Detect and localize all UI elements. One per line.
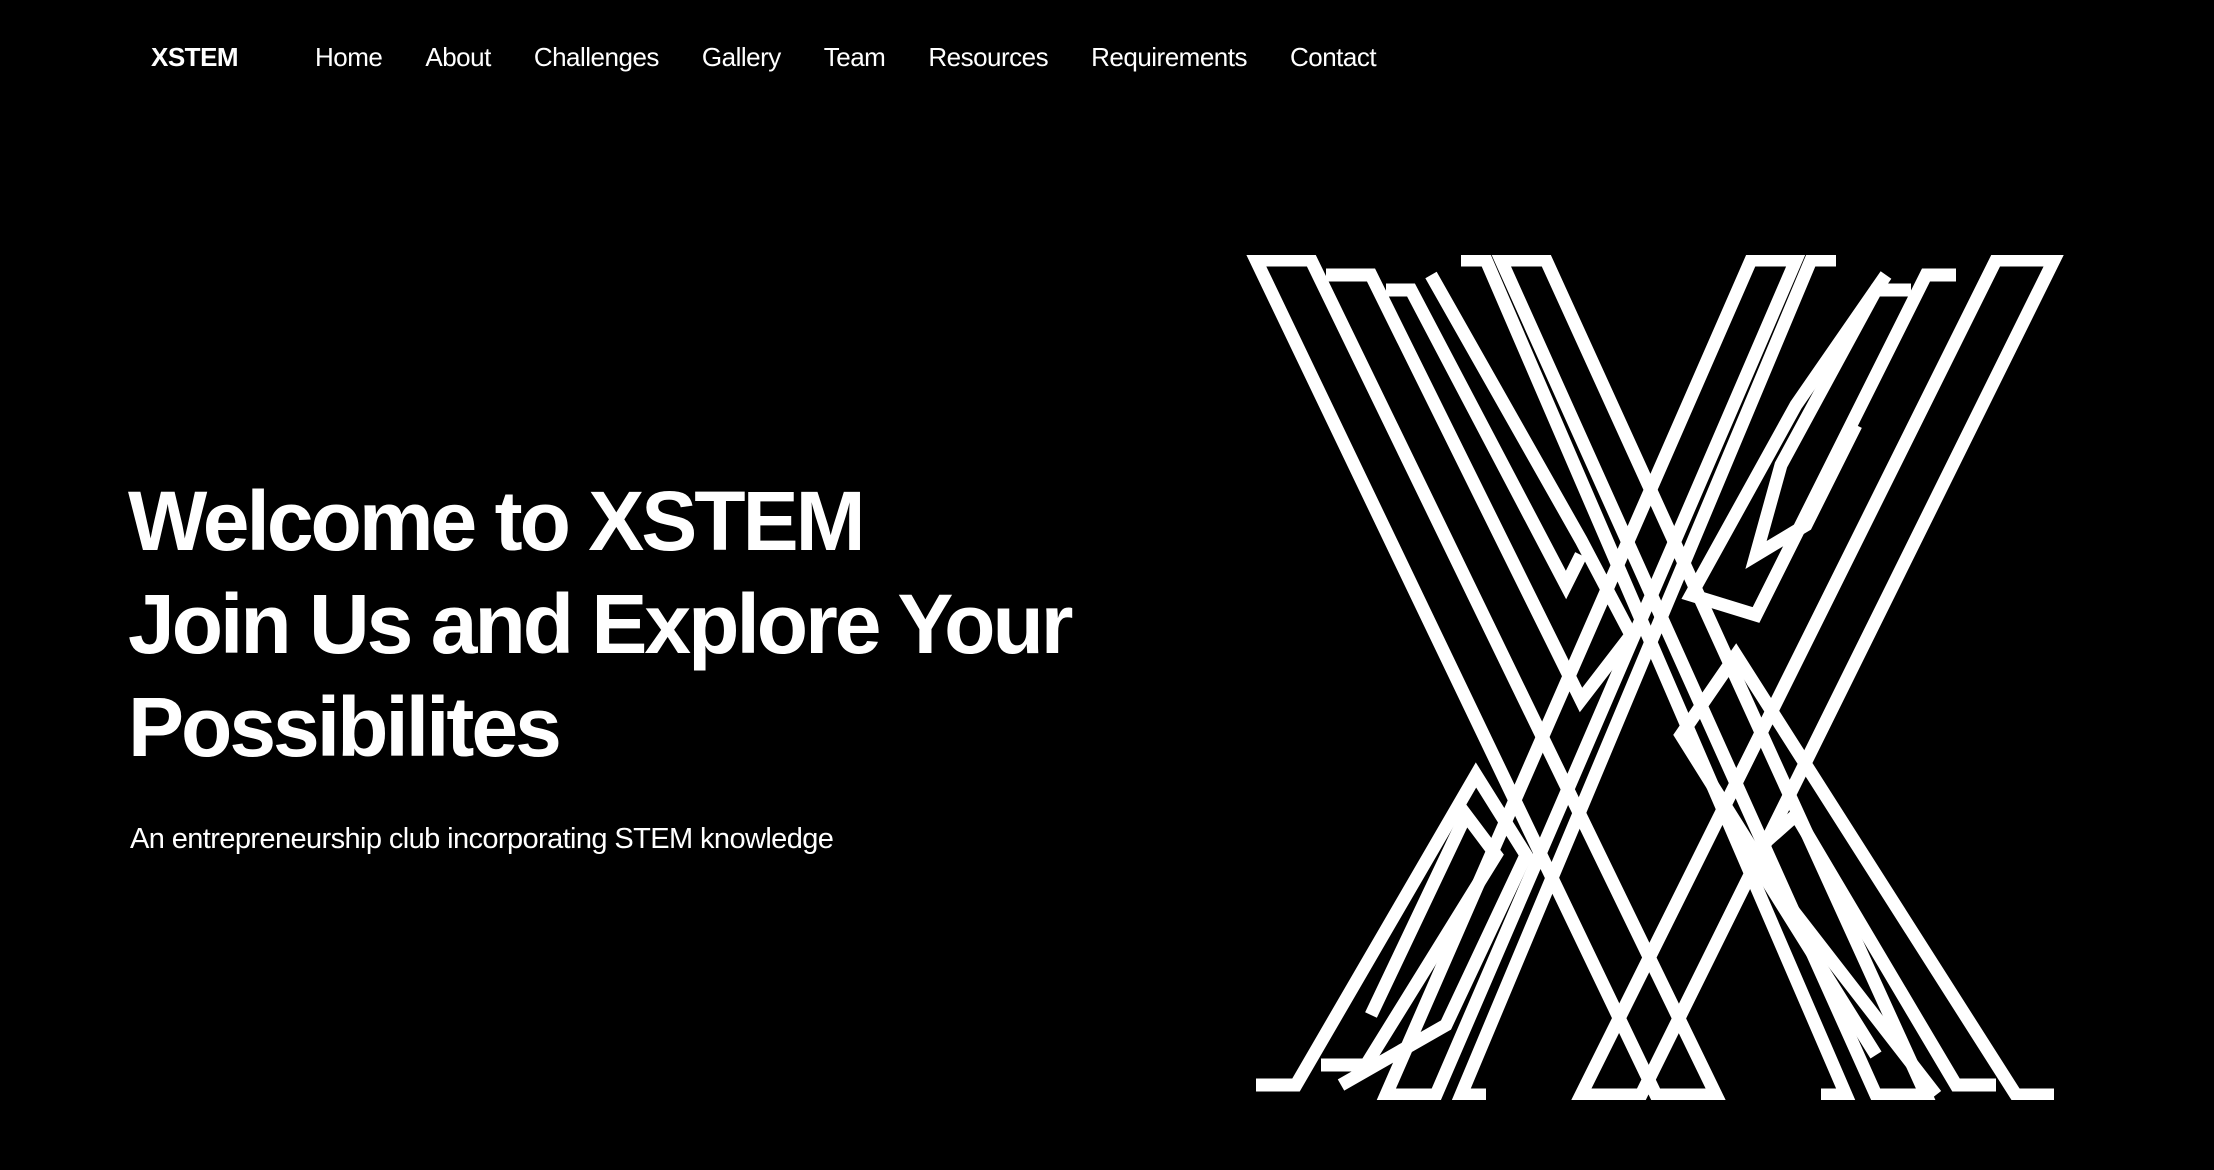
nav-link-gallery[interactable]: Gallery	[702, 42, 781, 72]
nav-link-requirements[interactable]: Requirements	[1091, 42, 1247, 72]
nav-item-resources: Resources	[928, 40, 1048, 74]
nav-item-requirements: Requirements	[1091, 40, 1247, 74]
x-maze-logo-svg	[1246, 255, 2064, 1100]
nav-item-gallery: Gallery	[702, 40, 781, 74]
nav-link-team[interactable]: Team	[824, 42, 886, 72]
nav-links: Home About Challenges Gallery Team Resou…	[315, 40, 1419, 74]
maze-loop-br-1	[1673, 643, 2054, 1100]
hero-text-block: Welcome to XSTEM Join Us and Explore You…	[128, 470, 1128, 858]
hero-title: Welcome to XSTEM Join Us and Explore You…	[128, 470, 1128, 779]
nav-item-challenges: Challenges	[534, 40, 660, 74]
nav-item-about: About	[425, 40, 491, 74]
nav-link-home[interactable]: Home	[315, 42, 383, 72]
hero-subtitle: An entrepreneurship club incorporating S…	[130, 823, 834, 855]
hero-title-line-3: Possibilites	[128, 680, 562, 774]
maze-loop-tl-2	[1386, 283, 1587, 600]
hero-title-line-1: Welcome to XSTEM	[128, 474, 866, 568]
top-navbar: XSTEM Home About Challenges Gallery Team…	[0, 0, 2214, 115]
nav-link-contact[interactable]: Contact	[1290, 42, 1377, 72]
nav-link-challenges[interactable]: Challenges	[534, 42, 660, 72]
brand-logo-link[interactable]: XSTEM	[151, 40, 239, 74]
nav-item-home: Home	[315, 40, 383, 74]
hero-title-line-2: Join Us and Explore Your	[128, 577, 1073, 671]
x-maze-logo-icon	[1236, 255, 2071, 1100]
nav-link-about[interactable]: About	[425, 42, 491, 72]
nav-item-team: Team	[824, 40, 886, 74]
nav-item-contact: Contact	[1290, 40, 1377, 74]
x-maze-strokes	[1246, 255, 2064, 1100]
nav-link-resources[interactable]: Resources	[928, 42, 1048, 72]
